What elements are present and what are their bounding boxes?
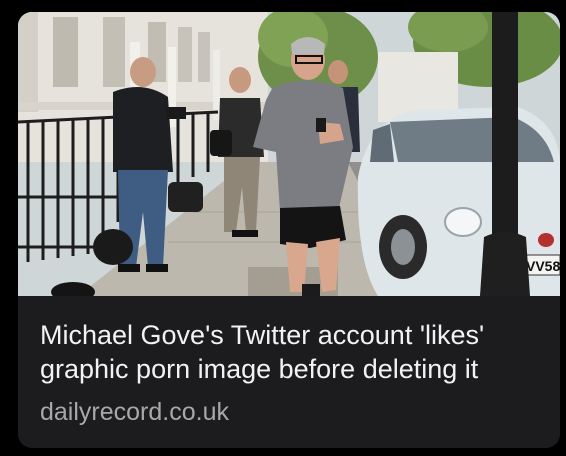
headline[interactable]: Michael Gove's Twitter account 'likes' g… (40, 318, 545, 386)
news-photo[interactable]: VV58 (18, 12, 560, 296)
news-card[interactable]: VV58 Michael Gove's Twitter account 'lik… (18, 12, 560, 448)
source-domain: dailyrecord.co.uk (40, 398, 229, 426)
card-text-area: Michael Gove's Twitter account 'likes' g… (18, 296, 560, 448)
license-plate-text: VV58 (526, 258, 560, 274)
